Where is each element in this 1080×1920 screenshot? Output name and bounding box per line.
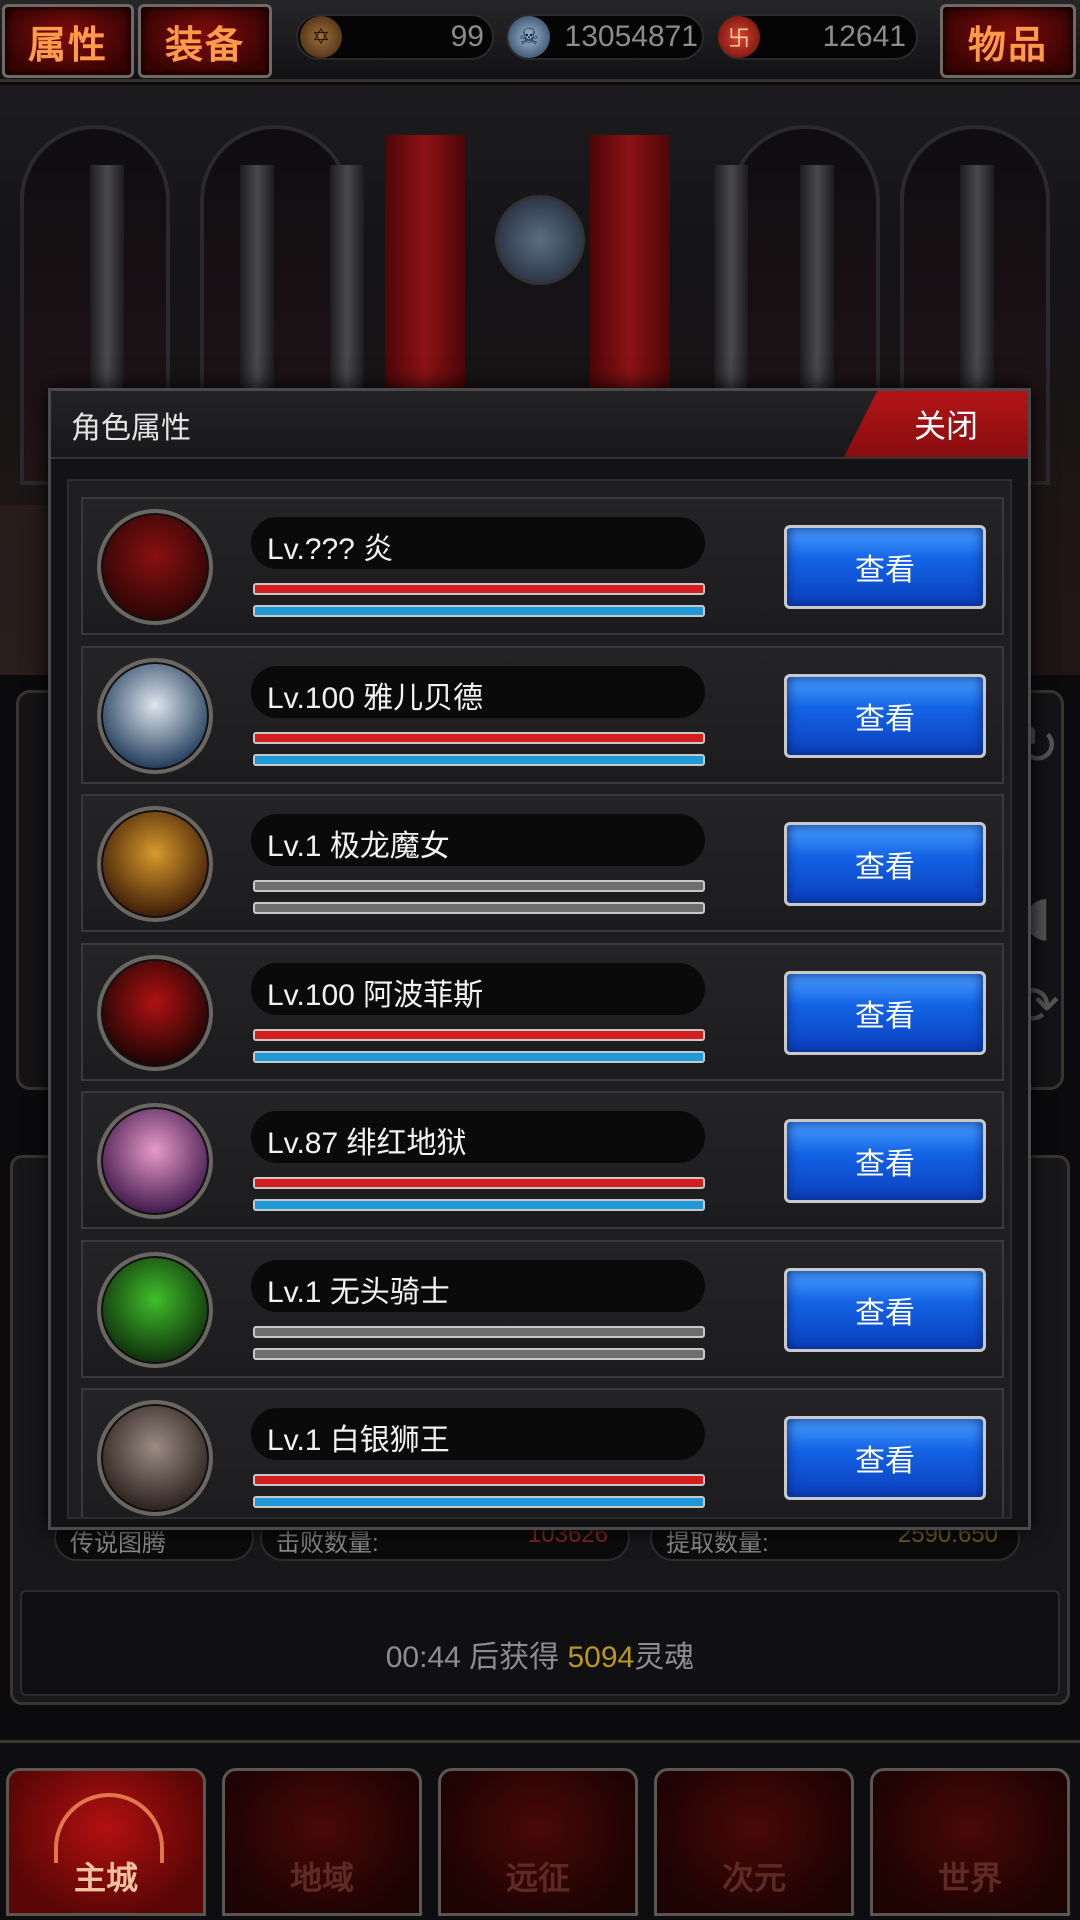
rose-window — [495, 195, 585, 285]
hp-bar — [253, 583, 705, 595]
stat-label: 提取数量: — [666, 1530, 769, 1557]
mp-bar — [253, 902, 705, 914]
hp-bar — [253, 1028, 705, 1041]
nav-region[interactable]: 地域 — [222, 1768, 422, 1916]
flame-emblem-icon: 卐 — [718, 16, 760, 58]
soul-timer-text: 00:44 后获得 5094灵魂 — [0, 1632, 1080, 1676]
equipment-tab-button[interactable]: 装备 — [138, 4, 272, 78]
close-button[interactable]: 关闭 — [844, 391, 1028, 457]
character-name: Lv.87 绯红地狱 — [251, 1111, 705, 1163]
attributes-tab-button[interactable]: 属性 — [2, 4, 134, 78]
hp-bar — [253, 731, 705, 744]
character-avatar — [97, 509, 213, 625]
hp-bar-fill — [255, 1179, 703, 1187]
hp-bar — [253, 1177, 705, 1189]
nav-main-city[interactable]: 主城 — [6, 1768, 206, 1916]
hp-bar-fill — [255, 585, 703, 593]
mp-bar-fill — [255, 1201, 703, 1209]
mp-bar — [253, 1347, 705, 1360]
resource-value-pentagram: 99 — [450, 20, 484, 53]
character-row: Lv.??? 炎 查看 — [81, 497, 1004, 635]
character-avatar — [97, 657, 213, 774]
skull-icon: ☠ — [508, 16, 550, 58]
modal-title: 角色属性 — [71, 411, 191, 446]
character-name: Lv.100 阿波菲斯 — [251, 962, 705, 1015]
mp-bar-fill — [255, 1052, 703, 1061]
top-bar: 属性 装备 ✡ 99 ☠ 13054871 卐 12641 物品 — [0, 0, 1080, 82]
sun-icon — [54, 1793, 164, 1863]
character-avatar — [97, 954, 213, 1071]
stat-label: 击败数量: — [276, 1530, 379, 1557]
hp-bar — [253, 880, 705, 892]
view-button[interactable]: 查看 — [784, 1416, 986, 1500]
timer-time: 00:44 — [385, 1641, 461, 1674]
pentagram-icon: ✡ — [300, 16, 342, 58]
character-row: Lv.1 白银狮王 查看 — [81, 1388, 1004, 1517]
timer-unit: 灵魂 — [634, 1641, 695, 1674]
character-avatar — [97, 1400, 213, 1516]
character-list[interactable]: Lv.??? 炎查看 Lv.100 雅儿贝德 查看 Lv.1 极龙魔女 查看 Lv.100… — [67, 479, 1012, 1519]
character-attributes-modal: 角色属性 关闭 Lv.??? 炎查看 Lv.100 雅儿贝德 查看 Lv.1 极龙魔女… — [48, 388, 1031, 1530]
hp-bar-fill — [255, 733, 703, 742]
mp-bar — [253, 753, 705, 766]
mp-bar-fill — [255, 607, 703, 615]
view-button[interactable]: 查看 — [784, 525, 986, 609]
resource-value-flame: 12641 — [822, 20, 906, 53]
character-name: Lv.1 白银狮王 — [251, 1408, 705, 1460]
view-button[interactable]: 查看 — [784, 822, 986, 906]
character-avatar — [97, 1251, 213, 1368]
character-avatar — [97, 1103, 213, 1219]
hp-bar-fill — [255, 1476, 703, 1484]
nav-world[interactable]: 世界 — [870, 1768, 1070, 1916]
mp-bar — [253, 1199, 705, 1211]
character-row: Lv.100 阿波菲斯 查看 — [81, 942, 1004, 1081]
mp-bar-fill — [255, 1498, 703, 1506]
stat-label: 传说图腾 — [70, 1530, 166, 1557]
hp-bar-fill — [255, 1030, 703, 1039]
resource-value-skull: 13054871 — [564, 20, 698, 53]
mp-bar — [253, 1496, 705, 1508]
character-row: Lv.1 无头骑士 查看 — [81, 1239, 1004, 1378]
view-button[interactable]: 查看 — [784, 1267, 986, 1352]
mp-bar — [253, 605, 705, 617]
character-name: Lv.100 雅儿贝德 — [251, 665, 705, 718]
nav-label: 远征 — [505, 1859, 570, 1897]
timer-amount: 5094 — [567, 1641, 635, 1674]
modal-header: 角色属性 关闭 — [51, 391, 1028, 459]
nav-label: 次元 — [721, 1859, 786, 1897]
nav-label: 世界 — [937, 1859, 1002, 1897]
character-row: Lv.1 极龙魔女 查看 — [81, 794, 1004, 932]
hp-bar — [253, 1325, 705, 1338]
items-tab-button[interactable]: 物品 — [940, 4, 1076, 78]
character-row: Lv.87 绯红地狱 查看 — [81, 1091, 1004, 1229]
nav-label: 地域 — [289, 1859, 354, 1897]
hp-bar — [253, 1474, 705, 1486]
view-button[interactable]: 查看 — [784, 673, 986, 758]
character-row: Lv.100 雅儿贝德 查看 — [81, 645, 1004, 784]
view-button[interactable]: 查看 — [784, 970, 986, 1055]
character-name: Lv.??? 炎 — [251, 517, 705, 569]
character-name: Lv.1 无头骑士 — [251, 1259, 705, 1312]
character-avatar — [97, 806, 213, 922]
view-button[interactable]: 查看 — [784, 1119, 986, 1203]
mp-bar-fill — [255, 755, 703, 764]
nav-dimension[interactable]: 次元 — [654, 1768, 854, 1916]
timer-middle: 后获得 — [460, 1641, 568, 1674]
nav-expedition[interactable]: 远征 — [438, 1768, 638, 1916]
character-name: Lv.1 极龙魔女 — [251, 814, 705, 866]
mp-bar — [253, 1050, 705, 1063]
